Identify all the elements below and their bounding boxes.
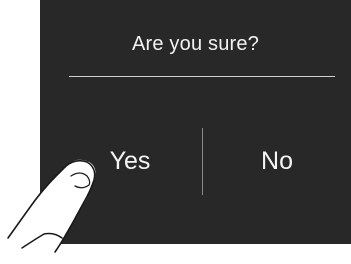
screen: Are you sure? Yes No bbox=[0, 0, 351, 264]
yes-button[interactable]: Yes bbox=[58, 128, 202, 195]
no-button[interactable]: No bbox=[203, 128, 351, 195]
title-divider bbox=[69, 76, 335, 77]
dialog-title: Are you sure? bbox=[131, 33, 260, 55]
confirm-dialog: Are you sure? Yes No bbox=[40, 0, 351, 244]
